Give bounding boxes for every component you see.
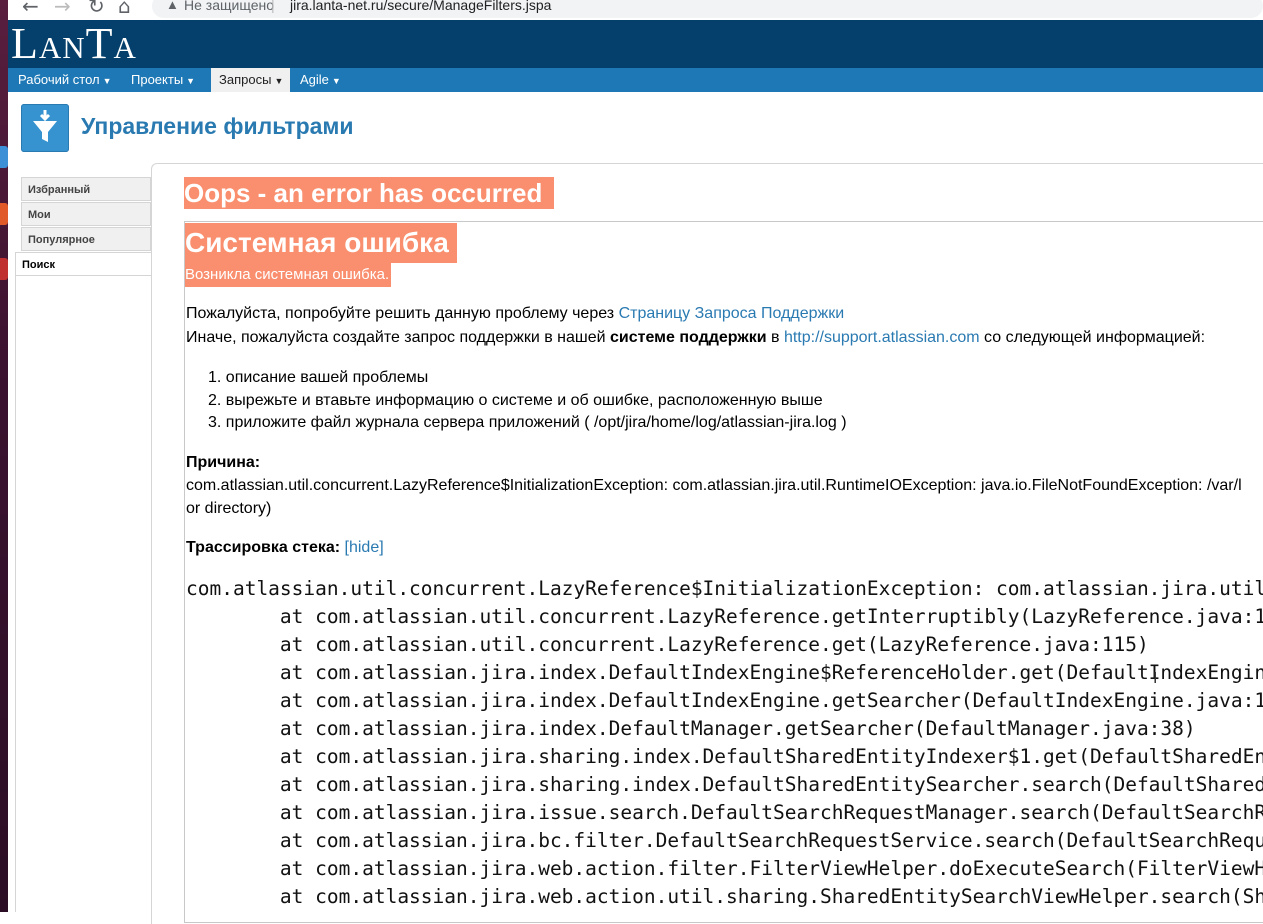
help-line-2: Иначе, пожалуйста создайте запрос поддер… (186, 328, 1205, 348)
step-item: 2. вырежьте и втавьте информацию о систе… (208, 392, 823, 409)
stack-line: at com.atlassian.jira.index.DefaultIndex… (186, 689, 1263, 712)
menu-issues-label: Запросы (219, 72, 272, 87)
address-separator: | (271, 0, 275, 13)
sidebar-item-popular[interactable]: Популярное (21, 227, 151, 251)
sidebar-item-favourite[interactable]: Избранный (21, 177, 151, 201)
home-icon[interactable]: ⌂ (118, 0, 131, 18)
stack-line: at com.atlassian.jira.sharing.index.Defa… (186, 745, 1263, 768)
menu-agile[interactable]: Agile ▼ (292, 68, 352, 92)
stack-trace-label: Трассировка стека: (186, 539, 341, 556)
cause-text-line: or directory) (186, 500, 272, 517)
reload-icon[interactable]: ↻ (88, 0, 105, 18)
hide-stack-link[interactable]: [hide] (345, 539, 384, 556)
forward-icon[interactable]: → (54, 0, 71, 18)
oops-error-title: Oops - an error has occurred (184, 177, 555, 209)
help-line-2-text: Иначе, пожалуйста создайте запрос поддер… (186, 329, 611, 346)
stack-line: com.atlassian.util.concurrent.LazyRefere… (186, 577, 1263, 600)
stack-line: at com.atlassian.jira.index.DefaultIndex… (186, 661, 1263, 684)
dock-app-icon[interactable] (0, 203, 8, 225)
stack-line: at com.atlassian.jira.sharing.index.Defa… (186, 773, 1263, 796)
stack-line: at com.atlassian.jira.index.DefaultManag… (186, 717, 1196, 740)
cause-label: Причина: (186, 454, 261, 471)
stack-line: at com.atlassian.jira.web.action.util.sh… (186, 885, 1263, 908)
menu-issues[interactable]: Запросы ▼ (211, 68, 290, 92)
dock-app-icon[interactable] (0, 146, 8, 168)
filter-icon (21, 104, 69, 152)
sidebar-item-mine[interactable]: Мои (21, 202, 151, 226)
atlassian-support-link[interactable]: http://support.atlassian.com (784, 329, 980, 346)
address-bar[interactable]: ▲ Не защищено | jira.lanta-net.ru/secure… (152, 0, 1263, 18)
dock-app-icon[interactable] (0, 258, 8, 280)
jira-header: LanTa (8, 20, 1263, 68)
lanta-logo[interactable]: LanTa (11, 21, 137, 67)
stack-line: at com.atlassian.util.concurrent.LazyRef… (186, 633, 1149, 656)
stack-line: at com.atlassian.util.concurrent.LazyRef… (186, 605, 1263, 628)
menu-agile-label: Agile (300, 72, 329, 87)
url-text[interactable]: jira.lanta-net.ru/secure/ManageFilters.j… (290, 0, 551, 12)
help-line-2-mid: в (766, 329, 784, 346)
chevron-down-icon: ▼ (331, 76, 341, 86)
stack-trace-header: Трассировка стека: [hide] (186, 538, 384, 558)
system-error-subtitle: Возникла системная ошибка. (185, 263, 392, 287)
support-system-bold: системе поддержки (610, 329, 767, 346)
help-line-2-suffix: со следующей информацией: (979, 329, 1206, 346)
help-line-1-text: Пожалуйста, попробуйте решить данную про… (186, 305, 619, 322)
security-status[interactable]: Не защищено (184, 0, 274, 12)
menu-projects-label: Проекты (131, 72, 184, 87)
back-icon[interactable]: ← (22, 0, 39, 18)
sidebar-item-label: Поиск (22, 259, 56, 271)
step-item: 3. приложите файл журнала сервера прилож… (208, 414, 847, 431)
menu-projects[interactable]: Проекты ▼ (123, 68, 203, 92)
sidebar-item-search[interactable]: Поиск (15, 252, 152, 276)
warning-icon[interactable]: ▲ (166, 0, 179, 12)
menu-dashboard[interactable]: Рабочий стол ▼ (10, 68, 116, 92)
browser-toolbar: ← → ↻ ⌂ ▲ Не защищено | jira.lanta-net.r… (8, 0, 1263, 21)
chevron-down-icon: ▼ (102, 76, 112, 86)
sidebar-item-label: Популярное (28, 234, 95, 246)
desktop-dock-strip (0, 0, 8, 912)
help-line-1: Пожалуйста, попробуйте решить данную про… (186, 304, 844, 324)
chevron-down-icon: ▼ (186, 76, 196, 86)
system-error-title: Системная ошибка (185, 223, 457, 263)
support-request-link[interactable]: Страницу Запроса Поддержки (619, 305, 845, 322)
menu-dashboard-label: Рабочий стол (18, 72, 100, 87)
stack-line: at com.atlassian.jira.web.action.filter.… (186, 857, 1263, 880)
chevron-down-icon: ▼ (274, 76, 284, 86)
stack-line: at com.atlassian.jira.issue.search.Defau… (186, 801, 1263, 824)
sidebar-item-label: Мои (28, 209, 51, 221)
cause-text-line: com.atlassian.util.concurrent.LazyRefere… (186, 477, 1242, 494)
step-item: 1. описание вашей проблемы (208, 369, 429, 386)
sidebar-item-label: Избранный (28, 184, 91, 196)
text-cursor-icon: I (1153, 670, 1158, 687)
page-title: Управление фильтрами (81, 113, 354, 139)
stack-line: at com.atlassian.jira.bc.filter.DefaultS… (186, 829, 1263, 852)
main-menu: Рабочий стол ▼ Проекты ▼ Запросы ▼ Agile ▼ (8, 68, 1263, 92)
sidebar-border (15, 276, 153, 912)
